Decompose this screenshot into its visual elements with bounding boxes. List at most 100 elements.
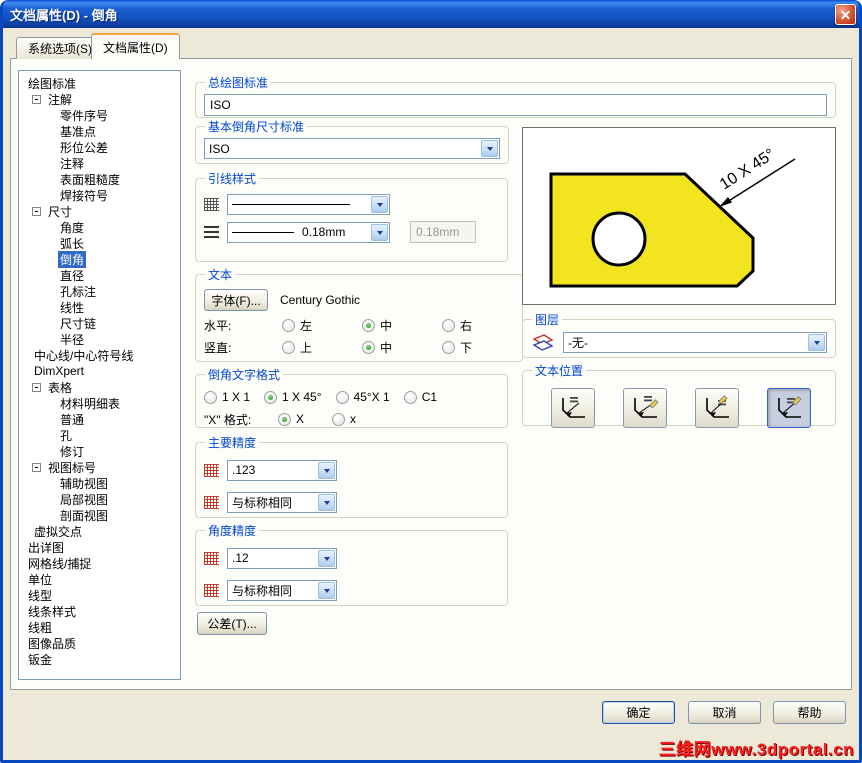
- tree-item-label: 尺寸链: [60, 316, 97, 331]
- radio-format-1x1[interactable]: 1 X 1: [204, 390, 250, 404]
- group-text: 文本 字体(F)... Century Gothic 水平: 左 中 右 竖直:…: [195, 266, 523, 362]
- tree-item[interactable]: 角度: [19, 219, 180, 235]
- base-standard-combo[interactable]: ISO: [204, 138, 500, 159]
- tree-item-label: 网格线/捕捉: [28, 556, 92, 571]
- radio-format-45x1[interactable]: 45°X 1: [335, 390, 390, 404]
- tree-item[interactable]: 尺寸链: [19, 315, 180, 331]
- tree-item[interactable]: 注释: [19, 155, 180, 171]
- tree-item[interactable]: 中心线/中心符号线: [19, 347, 180, 363]
- tree-expander-icon[interactable]: [32, 94, 41, 104]
- primary-precision-combo[interactable]: .123: [227, 459, 337, 481]
- tree-item-label: 单位: [28, 572, 53, 587]
- tree-item[interactable]: 注解: [19, 91, 180, 107]
- tree-item-label: 焊接符号: [60, 188, 109, 203]
- dropdown-arrow-icon[interactable]: [318, 493, 335, 511]
- tree-item[interactable]: 普通: [19, 411, 180, 427]
- tree-item[interactable]: 尺寸: [19, 203, 180, 219]
- tree-item[interactable]: 表面粗糙度: [19, 171, 180, 187]
- radio-format-c1[interactable]: C1: [403, 390, 437, 404]
- radio-format-1x45[interactable]: 1 X 45°: [264, 390, 322, 404]
- tree-item[interactable]: 孔标注: [19, 283, 180, 299]
- tree-expander-icon[interactable]: [32, 462, 41, 472]
- text-position-option-2-button[interactable]: [623, 388, 667, 428]
- radio-horizontal-right[interactable]: 右: [442, 317, 514, 334]
- tree-item[interactable]: 半径: [19, 331, 180, 347]
- overall-standard-field[interactable]: ISO: [204, 94, 827, 116]
- tree-item-label: 表格: [48, 380, 73, 395]
- tree-item[interactable]: 剖面视图: [19, 507, 180, 523]
- tree-item[interactable]: 图像品质: [19, 635, 180, 651]
- tree-item-label: 孔标注: [60, 284, 97, 299]
- dropdown-arrow-icon[interactable]: [808, 333, 825, 351]
- radio-vertical-bottom[interactable]: 下: [442, 339, 514, 356]
- dropdown-arrow-icon[interactable]: [481, 140, 498, 157]
- tab-document-properties[interactable]: 文档属性(D): [91, 33, 180, 59]
- group-text-position: 文本位置: [522, 362, 836, 428]
- text-position-option-1-button[interactable]: [551, 388, 595, 428]
- tree-item[interactable]: 网格线/捕捉: [19, 555, 180, 571]
- tree-item-label: 半径: [60, 332, 85, 347]
- font-name-label: Century Gothic: [280, 293, 361, 307]
- tree-expander-icon[interactable]: [32, 206, 41, 216]
- tree-item[interactable]: 虚拟交点: [19, 523, 180, 539]
- primary-tolerance-combo[interactable]: 与标称相同: [227, 491, 337, 513]
- tree-item[interactable]: 线粗: [19, 619, 180, 635]
- leader-line-style-combo[interactable]: [227, 193, 390, 215]
- tree-item[interactable]: 形位公差: [19, 139, 180, 155]
- tree-item[interactable]: 单位: [19, 571, 180, 587]
- dropdown-arrow-icon[interactable]: [318, 549, 335, 567]
- radio-icon: [264, 390, 278, 404]
- tolerance-button[interactable]: 公差(T)...: [197, 612, 267, 635]
- tree-item[interactable]: 局部视图: [19, 491, 180, 507]
- tree-item[interactable]: 基准点: [19, 123, 180, 139]
- tree-item[interactable]: 视图标号: [19, 459, 180, 475]
- tree-item[interactable]: 修订: [19, 443, 180, 459]
- tree-item[interactable]: 弧长: [19, 235, 180, 251]
- radio-horizontal-left[interactable]: 左: [282, 317, 354, 334]
- tree-item[interactable]: DimXpert: [19, 363, 180, 379]
- tree-item[interactable]: 焊接符号: [19, 187, 180, 203]
- tree-item[interactable]: 钣金: [19, 651, 180, 667]
- window-titlebar[interactable]: 文档属性(D) - 倒角: [0, 0, 862, 28]
- cancel-button[interactable]: 取消: [688, 701, 761, 724]
- radio-horizontal-center[interactable]: 中: [362, 317, 434, 334]
- radio-vertical-top[interactable]: 上: [282, 339, 354, 356]
- tree-item[interactable]: 直径: [19, 267, 180, 283]
- help-button[interactable]: 帮助: [773, 701, 846, 724]
- tree-item-label: 线条样式: [28, 604, 77, 619]
- radio-vertical-center[interactable]: 中: [362, 339, 434, 356]
- tree-item[interactable]: 表格: [19, 379, 180, 395]
- angle-precision-combo[interactable]: .12: [227, 547, 337, 569]
- ok-button[interactable]: 确定: [602, 701, 675, 724]
- leader-thickness-icon: [204, 226, 219, 238]
- leader-thickness-combo[interactable]: 0.18mm: [227, 221, 390, 243]
- tree-item[interactable]: 线型: [19, 587, 180, 603]
- dropdown-arrow-icon[interactable]: [318, 581, 335, 599]
- tree-item-label: 辅助视图: [60, 476, 109, 491]
- dropdown-arrow-icon[interactable]: [318, 461, 335, 479]
- font-button[interactable]: 字体(F)...: [204, 289, 268, 311]
- tree-item[interactable]: 材料明细表: [19, 395, 180, 411]
- tree-item[interactable]: 零件序号: [19, 107, 180, 123]
- close-button[interactable]: [835, 3, 856, 25]
- tree-item[interactable]: 辅助视图: [19, 475, 180, 491]
- tree-item[interactable]: 绘图标准: [19, 75, 180, 91]
- tree-item[interactable]: 倒角: [19, 250, 180, 268]
- tree-expander-icon[interactable]: [32, 382, 41, 392]
- document-properties-dialog: 文档属性(D) - 倒角 系统选项(S) 文档属性(D) 绘图标准 注解 零件序号基…: [0, 0, 862, 763]
- dropdown-arrow-icon[interactable]: [371, 195, 388, 213]
- radio-x-lowercase[interactable]: x: [332, 412, 356, 426]
- layer-combo[interactable]: -无-: [563, 331, 827, 353]
- tree-item[interactable]: 孔: [19, 427, 180, 443]
- tree-item[interactable]: 线条样式: [19, 603, 180, 619]
- text-position-option-4-button[interactable]: [767, 388, 811, 428]
- tree-item[interactable]: 出详图: [19, 539, 180, 555]
- angle-tolerance-combo[interactable]: 与标称相同: [227, 579, 337, 601]
- group-chamfer-text-format: 倒角文字格式 1 X 1 1 X 45° 45°X 1 C1 "X" 格式: X…: [195, 366, 508, 428]
- dropdown-arrow-icon[interactable]: [371, 223, 388, 241]
- tree-item[interactable]: 线性: [19, 299, 180, 315]
- tree: 绘图标准 注解 零件序号 基准点 形位公差 注释 表面粗糙度 焊接符号 尺寸 角度 弧长 倒角 直径 孔标…: [18, 70, 181, 680]
- primary-tolerance-precision-icon: [204, 495, 219, 509]
- text-position-option-3-button[interactable]: [695, 388, 739, 428]
- radio-x-uppercase[interactable]: X: [278, 412, 324, 426]
